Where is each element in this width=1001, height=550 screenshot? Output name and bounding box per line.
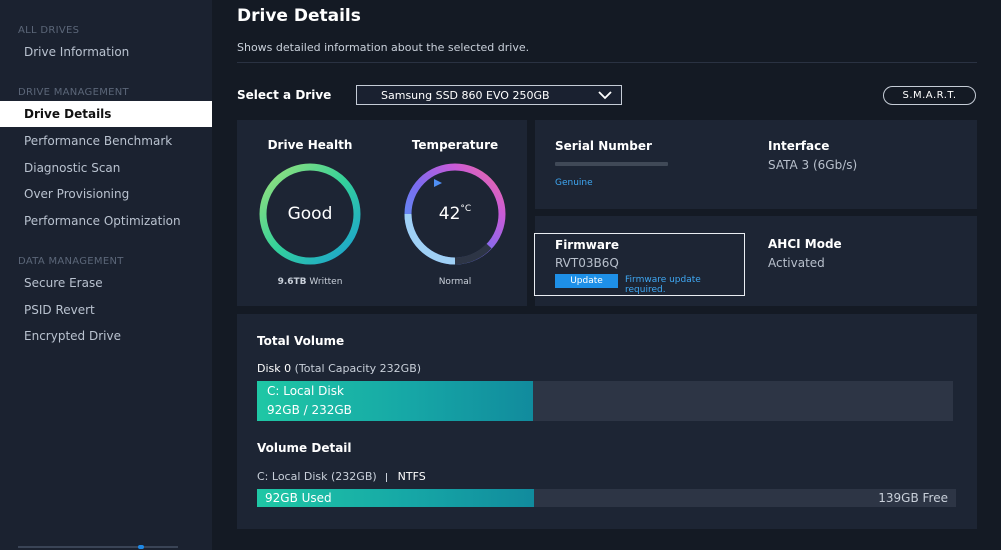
health-temperature-panel: Drive Health Good 9.6TB Written Temperat…	[237, 120, 527, 306]
smart-button[interactable]: S.M.A.R.T.	[883, 86, 976, 105]
volume-detail-title: Volume Detail	[257, 441, 352, 455]
sidebar-section-drive-management: DRIVE MANAGEMENT	[18, 87, 129, 98]
volume-filesystem: NTFS	[397, 470, 426, 483]
info-separator	[386, 472, 388, 482]
sidebar-item-psid-revert[interactable]: PSID Revert	[0, 297, 212, 323]
disk-usage-bar: C: Local Disk 92GB / 232GB	[257, 381, 953, 421]
header-divider	[237, 62, 977, 63]
drive-health-written: 9.6TB Written	[250, 277, 370, 287]
genuine-badge: Genuine	[555, 178, 593, 188]
sidebar-item-secure-erase[interactable]: Secure Erase	[0, 270, 212, 296]
temperature-unit: °C	[460, 204, 472, 214]
total-volume-title: Total Volume	[257, 334, 345, 348]
page-subtitle: Shows detailed information about the sel…	[237, 41, 530, 54]
firmware-update-button[interactable]: Update	[555, 274, 618, 288]
sidebar-item-performance-benchmark[interactable]: Performance Benchmark	[0, 128, 212, 154]
disk-bar-name: C: Local Disk	[267, 384, 344, 398]
drive-select-value: Samsung SSD 860 EVO 250GB	[381, 88, 550, 102]
serial-number-redacted	[555, 162, 668, 166]
sidebar-item-diagnostic-scan[interactable]: Diagnostic Scan	[0, 155, 212, 181]
interface-title: Interface	[768, 139, 830, 153]
firmware-update-note: Firmware update required.	[625, 275, 701, 295]
volume-detail-info: C: Local Disk (232GB) NTFS	[257, 470, 426, 483]
volume-detail-disk: C: Local Disk (232GB)	[257, 470, 377, 483]
temperature-status: Normal	[438, 277, 472, 287]
volume-usage-bar: 92GB Used 139GB Free	[257, 489, 956, 507]
serial-interface-panel: Serial Number Genuine Interface SATA 3 (…	[535, 120, 977, 209]
written-label: Written	[309, 277, 343, 287]
ahci-mode-title: AHCI Mode	[768, 237, 842, 251]
select-drive-label: Select a Drive	[237, 88, 332, 102]
temperature-readout: 42°C	[395, 204, 515, 224]
disk-bar-usage: 92GB / 232GB	[267, 403, 352, 417]
interface-value: SATA 3 (6Gb/s)	[768, 158, 858, 172]
firmware-value: RVT03B6Q	[555, 256, 619, 270]
volume-used-label: 92GB Used	[265, 491, 332, 505]
sidebar-item-performance-optimization[interactable]: Performance Optimization	[0, 208, 212, 234]
sidebar: ALL DRIVES Drive Information DRIVE MANAG…	[0, 0, 212, 550]
serial-number-title: Serial Number	[555, 139, 652, 153]
sidebar-item-drive-information[interactable]: Drive Information	[0, 39, 212, 65]
page-title: Drive Details	[237, 6, 361, 26]
disk-capacity-label: Disk 0 (Total Capacity 232GB)	[257, 362, 421, 375]
sidebar-footer-divider	[18, 546, 178, 548]
volume-free-label: 139GB Free	[878, 491, 948, 505]
sidebar-item-over-provisioning[interactable]: Over Provisioning	[0, 181, 212, 207]
sidebar-footer-indicator	[138, 545, 144, 549]
volume-panel: Total Volume Disk 0 (Total Capacity 232G…	[237, 314, 977, 529]
ahci-mode-value: Activated	[768, 256, 825, 270]
drive-health-title: Drive Health	[267, 138, 353, 152]
temperature-title: Temperature	[411, 138, 499, 152]
temperature-value: 42	[438, 204, 461, 224]
sidebar-item-encrypted-drive[interactable]: Encrypted Drive	[0, 323, 212, 349]
disk-label: Disk 0	[257, 362, 292, 375]
sidebar-item-drive-details[interactable]: Drive Details	[0, 101, 212, 127]
sidebar-section-data-management: DATA MANAGEMENT	[18, 256, 124, 267]
sidebar-section-all-drives: ALL DRIVES	[18, 25, 80, 36]
drive-health-status: Good	[287, 204, 333, 224]
chevron-down-icon	[598, 91, 612, 100]
main-content: Drive Details Shows detailed information…	[212, 0, 1001, 550]
disk-capacity: (Total Capacity 232GB)	[294, 362, 422, 375]
firmware-title: Firmware	[555, 238, 619, 252]
written-value: 9.6TB	[277, 277, 307, 287]
firmware-box: Firmware RVT03B6Q Update Firmware update…	[534, 233, 745, 296]
drive-select-dropdown[interactable]: Samsung SSD 860 EVO 250GB	[356, 85, 622, 105]
